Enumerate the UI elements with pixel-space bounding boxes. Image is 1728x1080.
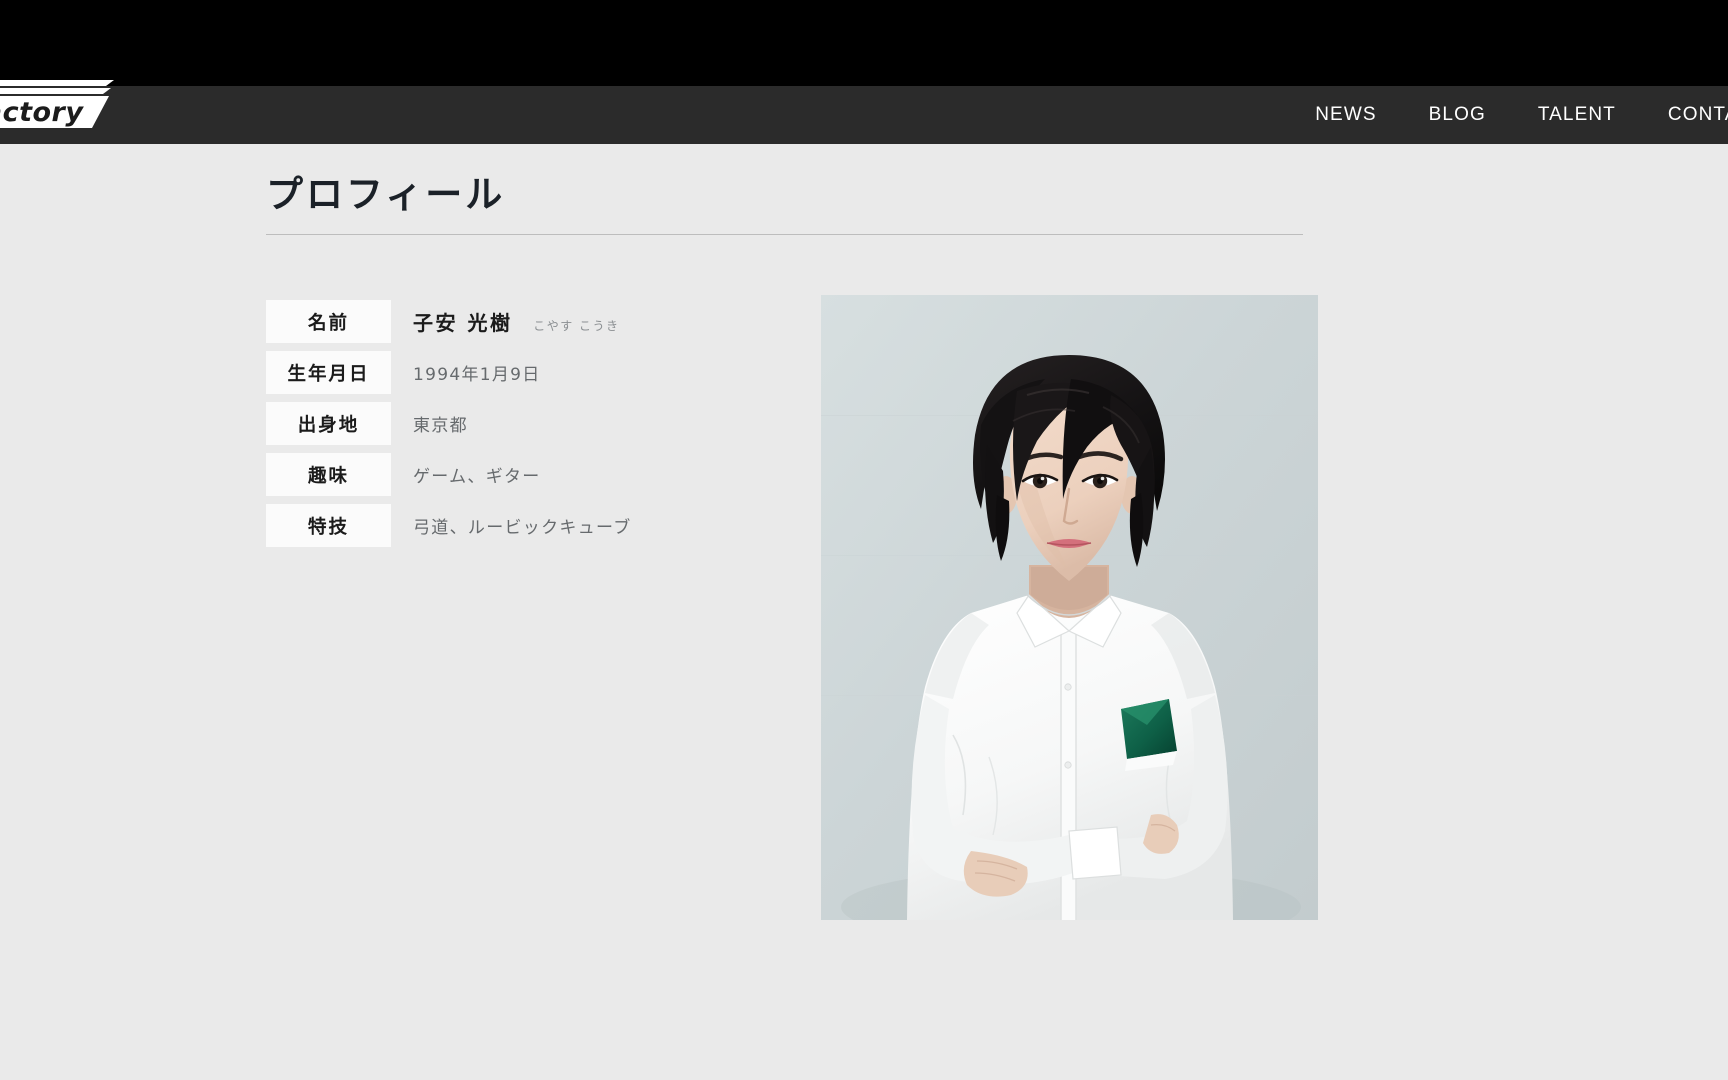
talent-portrait-photo bbox=[821, 295, 1318, 921]
profile-label-skill: 特技 bbox=[266, 504, 391, 548]
table-row: 出身地 東京都 bbox=[266, 402, 786, 446]
talent-name: 子安 光樹 bbox=[413, 311, 513, 336]
profile-value-name: 子安 光樹 こやす こうき bbox=[391, 300, 786, 343]
table-row: 生年月日 1994年1月9日 bbox=[266, 351, 786, 395]
nav-talent[interactable]: TALENT bbox=[1512, 86, 1642, 144]
factory-wordmark-logo: Factory bbox=[0, 80, 114, 128]
pocket-square-icon bbox=[1121, 699, 1177, 772]
nav-news[interactable]: NEWS bbox=[1289, 86, 1402, 144]
page-content: プロフィール 名前 子安 光樹 こやす こうき 生年月日 1994年1月9日 出… bbox=[0, 144, 1728, 1080]
portrait-illustration bbox=[821, 295, 1318, 921]
table-row: 特技 弓道、ルービックキューブ bbox=[266, 504, 786, 548]
profile-label-hobby: 趣味 bbox=[266, 453, 391, 497]
profile-value-birthplace: 東京都 bbox=[413, 416, 468, 437]
profile-label-birthplace: 出身地 bbox=[266, 402, 391, 446]
talent-name-furigana: こやす こうき bbox=[533, 319, 620, 334]
table-row: 名前 子安 光樹 こやす こうき bbox=[266, 300, 786, 344]
svg-text:Factory: Factory bbox=[0, 97, 84, 128]
nav-contact[interactable]: CONTACT bbox=[1642, 86, 1728, 144]
profile-value-skill: 弓道、ルービックキューブ bbox=[413, 518, 632, 539]
top-black-strip bbox=[0, 0, 1728, 86]
title-divider bbox=[266, 234, 1303, 236]
site-logo[interactable]: Factory bbox=[0, 76, 130, 130]
profile-table: 名前 子安 光樹 こやす こうき 生年月日 1994年1月9日 出身地 東京都 bbox=[266, 292, 786, 555]
nav-blog[interactable]: BLOG bbox=[1403, 86, 1512, 144]
page-title: プロフィール bbox=[266, 173, 506, 216]
profile-value-hobby: ゲーム、ギター bbox=[413, 467, 541, 488]
table-row: 趣味 ゲーム、ギター bbox=[266, 453, 786, 497]
profile-label-name: 名前 bbox=[266, 300, 391, 344]
profile-value-birthdate: 1994年1月9日 bbox=[413, 365, 541, 386]
main-navigation: NEWS BLOG TALENT CONTACT bbox=[1289, 86, 1728, 144]
profile-label-birthdate: 生年月日 bbox=[266, 351, 391, 395]
